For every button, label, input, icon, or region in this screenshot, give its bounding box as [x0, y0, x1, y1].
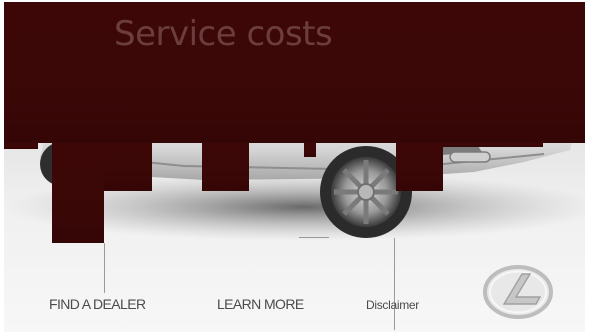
maroon-tab-1: [52, 143, 104, 243]
learn-more-link[interactable]: LEARN MORE: [217, 296, 304, 312]
page-title: Service costs: [114, 14, 333, 54]
lexus-logo-icon[interactable]: [482, 264, 554, 320]
find-dealer-link[interactable]: FIND A DEALER: [49, 296, 146, 312]
maroon-tab-4b: [443, 143, 543, 147]
divider-learn-more: [299, 237, 329, 238]
header-band-edge: [4, 143, 38, 149]
divider-find-dealer: [104, 243, 105, 293]
maroon-tab-2: [202, 143, 249, 191]
maroon-tab-3: [304, 143, 316, 157]
banner-frame: Service costs FIND A DEALER LEARN MORE D…: [4, 2, 585, 332]
maroon-tab-1b: [104, 143, 152, 191]
divider-disclaimer: [394, 238, 395, 330]
disclaimer-link[interactable]: Disclaimer: [366, 298, 419, 312]
maroon-tab-4: [396, 143, 443, 191]
ad-banner: Service costs FIND A DEALER LEARN MORE D…: [0, 0, 589, 336]
